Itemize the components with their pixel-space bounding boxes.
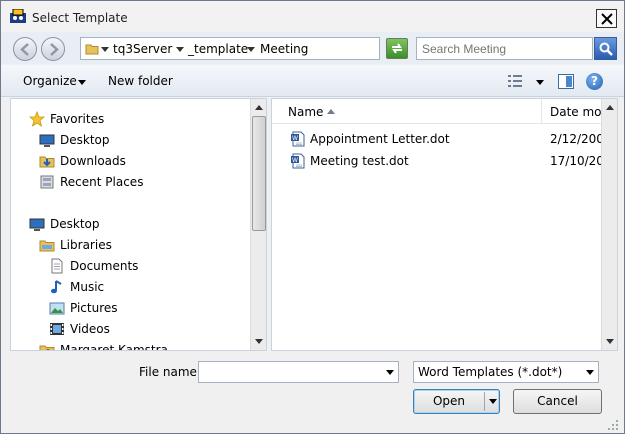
- user-folder-icon: [39, 345, 55, 350]
- chevron-up-icon: [606, 105, 614, 110]
- navigation-pane: Favorites Desktop Downloads Recent Place…: [10, 98, 267, 351]
- file-name-label: File name:: [139, 365, 201, 379]
- file-name: Appointment Letter.dot: [310, 132, 450, 146]
- search-button[interactable]: [594, 37, 617, 60]
- resize-grip-icon[interactable]: [607, 419, 619, 431]
- chevron-down-icon: [255, 339, 263, 344]
- file-name-field[interactable]: [198, 361, 399, 383]
- address-row: tq3Server _template Meeting: [1, 32, 624, 64]
- chevron-down-icon: [606, 339, 614, 344]
- chevron-down-icon: [386, 370, 394, 375]
- folder-icon: [85, 44, 99, 55]
- svg-text:W: W: [292, 157, 298, 164]
- file-type-dropdown[interactable]: [582, 362, 598, 382]
- preview-pane-icon[interactable]: [558, 74, 574, 89]
- music-icon: [51, 280, 62, 294]
- chevron-down-icon: [586, 370, 594, 375]
- file-name-history-dropdown[interactable]: [382, 362, 398, 382]
- desktop-icon: [29, 218, 45, 231]
- scroll-down-button[interactable]: [251, 333, 266, 350]
- chevron-down-icon[interactable]: [78, 80, 86, 85]
- chevron-down-icon[interactable]: [536, 80, 544, 85]
- svg-text:W: W: [292, 135, 298, 142]
- scroll-down-button[interactable]: [602, 333, 617, 350]
- new-folder-button[interactable]: New folder: [108, 74, 173, 88]
- file-list-pane: Name Date modifie W Appointment Letter.d…: [271, 98, 618, 351]
- column-header-name[interactable]: Name: [272, 99, 542, 124]
- app-icon: [10, 9, 26, 23]
- window-title: Select Template: [32, 11, 128, 25]
- search-icon: [599, 42, 613, 56]
- recent-places-icon: [40, 175, 54, 189]
- command-bar: Organize New folder ?: [1, 65, 624, 97]
- pictures-icon: [49, 302, 65, 315]
- nav-pane-scrollbar[interactable]: [250, 99, 266, 350]
- title-bar: Select Template: [1, 1, 624, 31]
- forward-button[interactable]: [41, 37, 65, 61]
- file-name: Meeting test.dot: [310, 154, 409, 168]
- split-divider: [484, 392, 485, 411]
- cancel-button[interactable]: Cancel: [513, 389, 602, 414]
- scroll-thumb[interactable]: [252, 116, 266, 231]
- refresh-icon: [392, 43, 402, 54]
- file-type-select[interactable]: Word Templates (*.dot*): [413, 361, 599, 383]
- documents-icon: [51, 258, 63, 274]
- star-icon: [29, 111, 45, 127]
- forward-arrow-icon: [50, 43, 59, 56]
- word-template-icon: W: [291, 153, 305, 169]
- chevron-down-icon[interactable]: [101, 47, 109, 52]
- help-icon[interactable]: ?: [586, 73, 603, 90]
- scroll-up-button[interactable]: [602, 99, 617, 116]
- file-row[interactable]: W Appointment Letter.dot 2/12/2008 4:4: [272, 129, 617, 149]
- chevron-down-icon[interactable]: [247, 47, 255, 52]
- chevron-up-icon: [255, 105, 263, 110]
- organize-button[interactable]: Organize: [23, 74, 77, 88]
- open-button-label: Open: [432, 394, 466, 408]
- open-button[interactable]: Open: [413, 389, 500, 414]
- chevron-down-icon[interactable]: [176, 47, 184, 52]
- select-template-dialog: Select Template tq3Server _template Meet…: [0, 0, 625, 434]
- file-list-scrollbar[interactable]: [601, 99, 617, 350]
- search-input[interactable]: [416, 37, 593, 60]
- back-button[interactable]: [13, 37, 37, 61]
- close-icon: [601, 13, 613, 25]
- videos-icon: [50, 323, 64, 335]
- desktop-icon: [39, 134, 55, 147]
- views-icon[interactable]: [508, 75, 524, 87]
- sort-ascending-icon: [327, 109, 335, 114]
- downloads-icon: [39, 156, 55, 168]
- back-arrow-icon: [20, 43, 29, 56]
- open-options-arrow-icon[interactable]: [489, 399, 497, 404]
- breadcrumb-meeting[interactable]: Meeting: [260, 42, 308, 56]
- close-button[interactable]: [596, 9, 617, 28]
- breadcrumb-tq3server[interactable]: tq3Server: [113, 42, 172, 56]
- breadcrumb-template[interactable]: _template: [188, 42, 248, 56]
- refresh-button[interactable]: [386, 38, 408, 59]
- address-bar[interactable]: tq3Server _template Meeting: [80, 37, 454, 60]
- file-type-value: Word Templates (*.dot*): [418, 365, 563, 379]
- libraries-icon: [39, 240, 55, 252]
- file-row[interactable]: W Meeting test.dot 17/10/2011 1:: [272, 151, 617, 171]
- scroll-up-button[interactable]: [251, 99, 266, 116]
- word-template-icon: W: [291, 131, 305, 147]
- column-header-row: Name Date modifie: [272, 99, 617, 124]
